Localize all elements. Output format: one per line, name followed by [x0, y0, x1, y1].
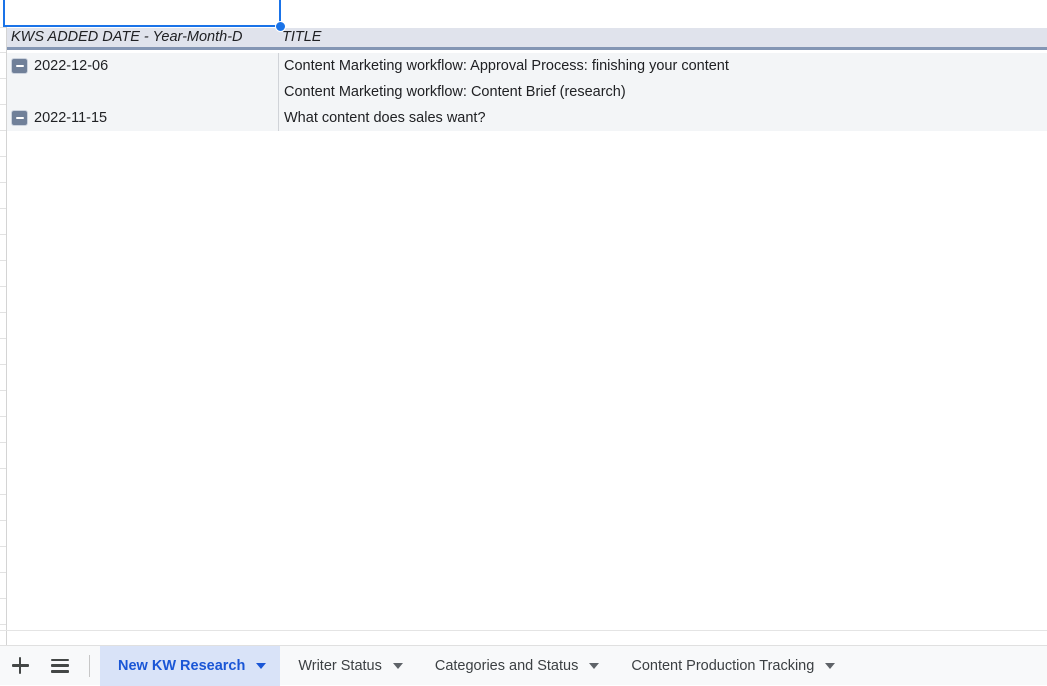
table-row[interactable]: 2022-11-15 What content does sales want?: [7, 105, 1047, 131]
cell-title[interactable]: Content Marketing workflow: Content Brie…: [278, 79, 1038, 105]
sheet-tab-label: New KW Research: [118, 657, 246, 674]
row-gutter-cell[interactable]: [0, 365, 6, 391]
column-header-row: KWS ADDED DATE - Year-Month-D TITLE: [7, 28, 1047, 50]
row-gutter-cell[interactable]: [0, 79, 6, 105]
sheet-tab-label: Categories and Status: [434, 657, 579, 674]
cell-title-text: What content does sales want?: [284, 109, 486, 126]
cell-title-text: Content Marketing workflow: Approval Pro…: [284, 57, 729, 74]
sheet-tab[interactable]: New KW Research: [100, 645, 281, 686]
hamburger-menu-icon: [51, 658, 69, 673]
sheet-tab-label: Writer Status: [298, 657, 382, 674]
table-row[interactable]: 2022-12-06 Content Marketing workflow: Ap…: [7, 53, 1047, 79]
row-gutter-cell[interactable]: [0, 53, 6, 79]
all-sheets-button[interactable]: [40, 646, 80, 686]
row-gutter-cell[interactable]: [0, 157, 6, 183]
chevron-down-icon[interactable]: [256, 662, 267, 669]
row-gutter-cell[interactable]: [0, 131, 6, 157]
row-gutter-cell[interactable]: [0, 339, 6, 365]
row-gutter-cell[interactable]: [0, 443, 6, 469]
row-gutter-cell[interactable]: [0, 105, 6, 131]
spreadsheet-app: KWS ADDED DATE - Year-Month-D TITLE 2022…: [0, 0, 1047, 686]
grid-bottom-divider: [0, 630, 1047, 631]
data-rows: 2022-12-06 Content Marketing workflow: Ap…: [7, 53, 1047, 131]
row-gutter-cell[interactable]: [0, 261, 6, 287]
cell-title[interactable]: Content Marketing workflow: Approval Pro…: [278, 53, 1038, 79]
cell-date[interactable]: [7, 79, 278, 105]
group-collapse-toggle[interactable]: [11, 110, 28, 126]
row-gutter-cell[interactable]: [0, 469, 6, 495]
row-gutter-cell[interactable]: [0, 287, 6, 313]
row-gutter-cell[interactable]: [0, 209, 6, 235]
sheet-tab[interactable]: Content Production Tracking: [613, 646, 849, 686]
sheet-tab[interactable]: Categories and Status: [417, 646, 613, 686]
row-gutter-cell[interactable]: [0, 521, 6, 547]
row-gutter-cell[interactable]: [0, 28, 6, 53]
sheet-tab-label: Content Production Tracking: [631, 657, 815, 674]
cell-date-text: 2022-11-15: [34, 109, 108, 126]
cell-date[interactable]: 2022-11-15: [7, 105, 278, 131]
row-gutter-cell[interactable]: [0, 313, 6, 339]
minus-icon: [15, 65, 24, 67]
sheet-tab[interactable]: Writer Status: [280, 646, 417, 686]
cell-title[interactable]: What content does sales want?: [278, 105, 1038, 131]
row-gutter-cell[interactable]: [0, 495, 6, 521]
cell-date[interactable]: 2022-12-06: [7, 53, 278, 79]
chevron-down-icon[interactable]: [392, 662, 403, 669]
column-header-date[interactable]: KWS ADDED DATE - Year-Month-D: [7, 28, 278, 47]
cell-title-text: Content Marketing workflow: Content Brie…: [284, 83, 626, 100]
row-gutter-cell[interactable]: [0, 599, 6, 625]
group-collapse-toggle[interactable]: [11, 58, 28, 74]
row-gutter-cell[interactable]: [0, 391, 6, 417]
sheet-tabs: New KW Research Writer Status Categories a…: [100, 645, 1047, 686]
column-header-title[interactable]: TITLE: [278, 28, 1038, 47]
sheet-tab-bar: New KW Research Writer Status Categories a…: [0, 645, 1047, 686]
table-row[interactable]: Content Marketing workflow: Content Brie…: [7, 79, 1047, 105]
selected-cell[interactable]: [3, 0, 281, 27]
sheet-bar-divider: [89, 654, 90, 677]
group-toggle-spacer: [11, 84, 28, 100]
row-gutter-cell[interactable]: [0, 417, 6, 443]
row-gutter-cell[interactable]: [0, 625, 6, 645]
spreadsheet-grid[interactable]: KWS ADDED DATE - Year-Month-D TITLE 2022…: [0, 0, 1047, 645]
fill-handle[interactable]: [275, 21, 286, 32]
plus-icon: [11, 657, 29, 674]
empty-grid-region[interactable]: [8, 131, 1047, 631]
chevron-down-icon[interactable]: [825, 662, 836, 669]
add-sheet-button[interactable]: [0, 646, 40, 686]
minus-icon: [15, 117, 24, 119]
cell-date-text: 2022-12-06: [34, 57, 109, 74]
row-gutter: [0, 0, 7, 645]
row-gutter-cell[interactable]: [0, 235, 6, 261]
row-gutter-cell[interactable]: [0, 547, 6, 573]
chevron-down-icon[interactable]: [589, 662, 600, 669]
row-gutter-cell[interactable]: [0, 573, 6, 599]
row-gutter-cell[interactable]: [0, 183, 6, 209]
